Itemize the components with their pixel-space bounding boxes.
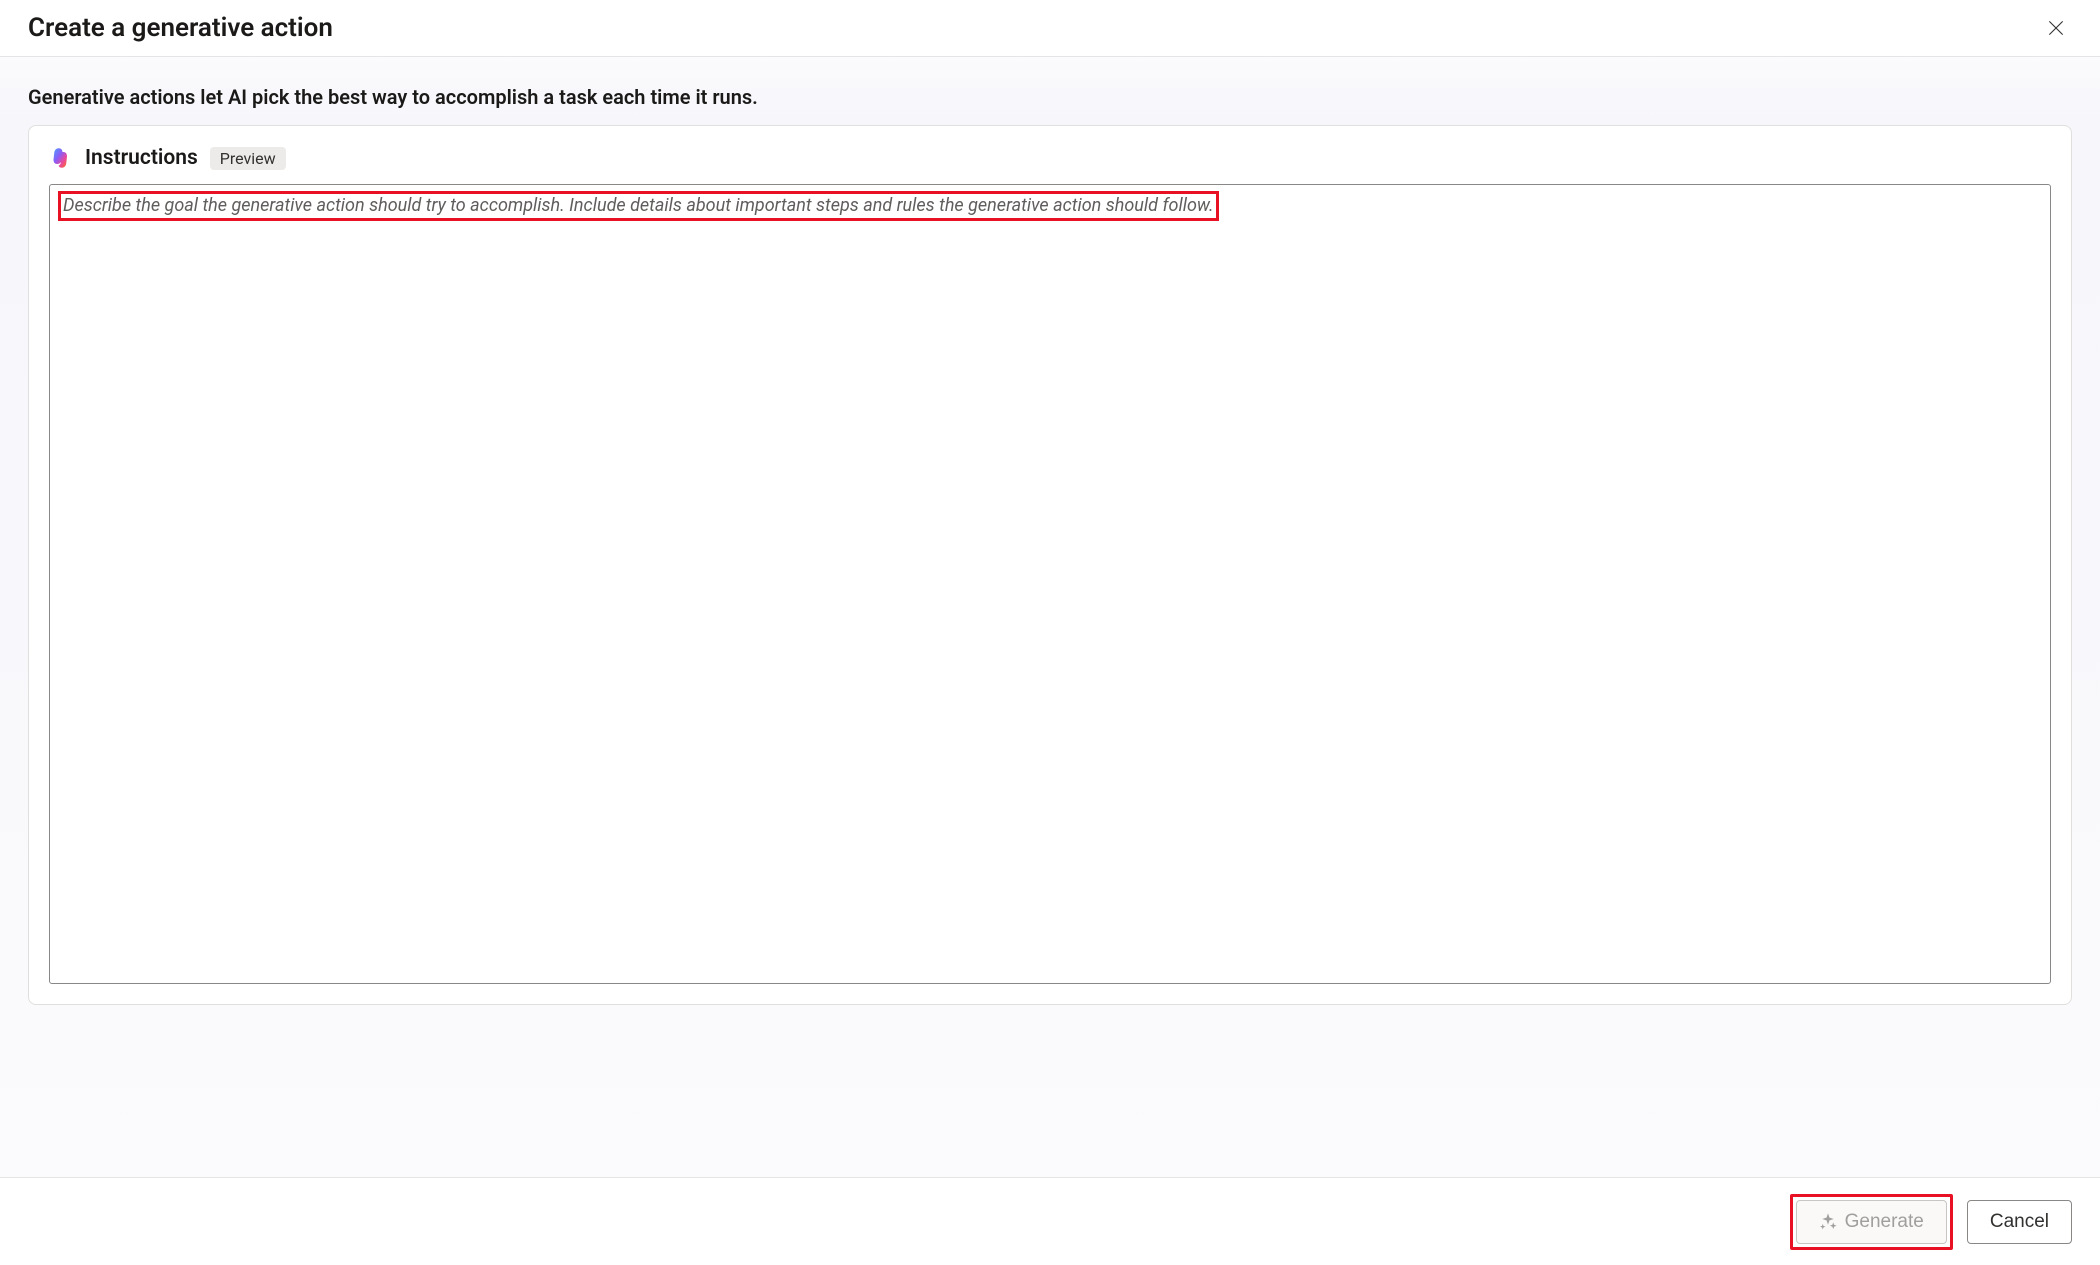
sparkle-icon: [1819, 1213, 1837, 1231]
instructions-title: Instructions: [85, 146, 198, 170]
dialog-footer: Generate Cancel: [0, 1177, 2100, 1265]
dialog-header: Create a generative action: [0, 0, 2100, 56]
dialog-description: Generative actions let AI pick the best …: [0, 56, 2100, 125]
dialog-title: Create a generative action: [28, 13, 333, 43]
instructions-input-container[interactable]: Describe the goal the generative action …: [49, 184, 2051, 984]
dialog-body: Instructions Preview Describe the goal t…: [0, 125, 2100, 1177]
close-button[interactable]: [2042, 14, 2070, 42]
preview-badge: Preview: [210, 147, 286, 170]
close-icon: [2046, 18, 2066, 38]
copilot-icon: [49, 146, 73, 170]
generate-button[interactable]: Generate: [1796, 1200, 1947, 1244]
annotation-highlight-generate: Generate: [1790, 1194, 1953, 1250]
generate-button-label: Generate: [1845, 1211, 1924, 1233]
instructions-card: Instructions Preview Describe the goal t…: [28, 125, 2072, 1005]
instructions-card-header: Instructions Preview: [49, 146, 2051, 170]
cancel-button[interactable]: Cancel: [1967, 1200, 2072, 1244]
cancel-button-label: Cancel: [1990, 1211, 2049, 1233]
